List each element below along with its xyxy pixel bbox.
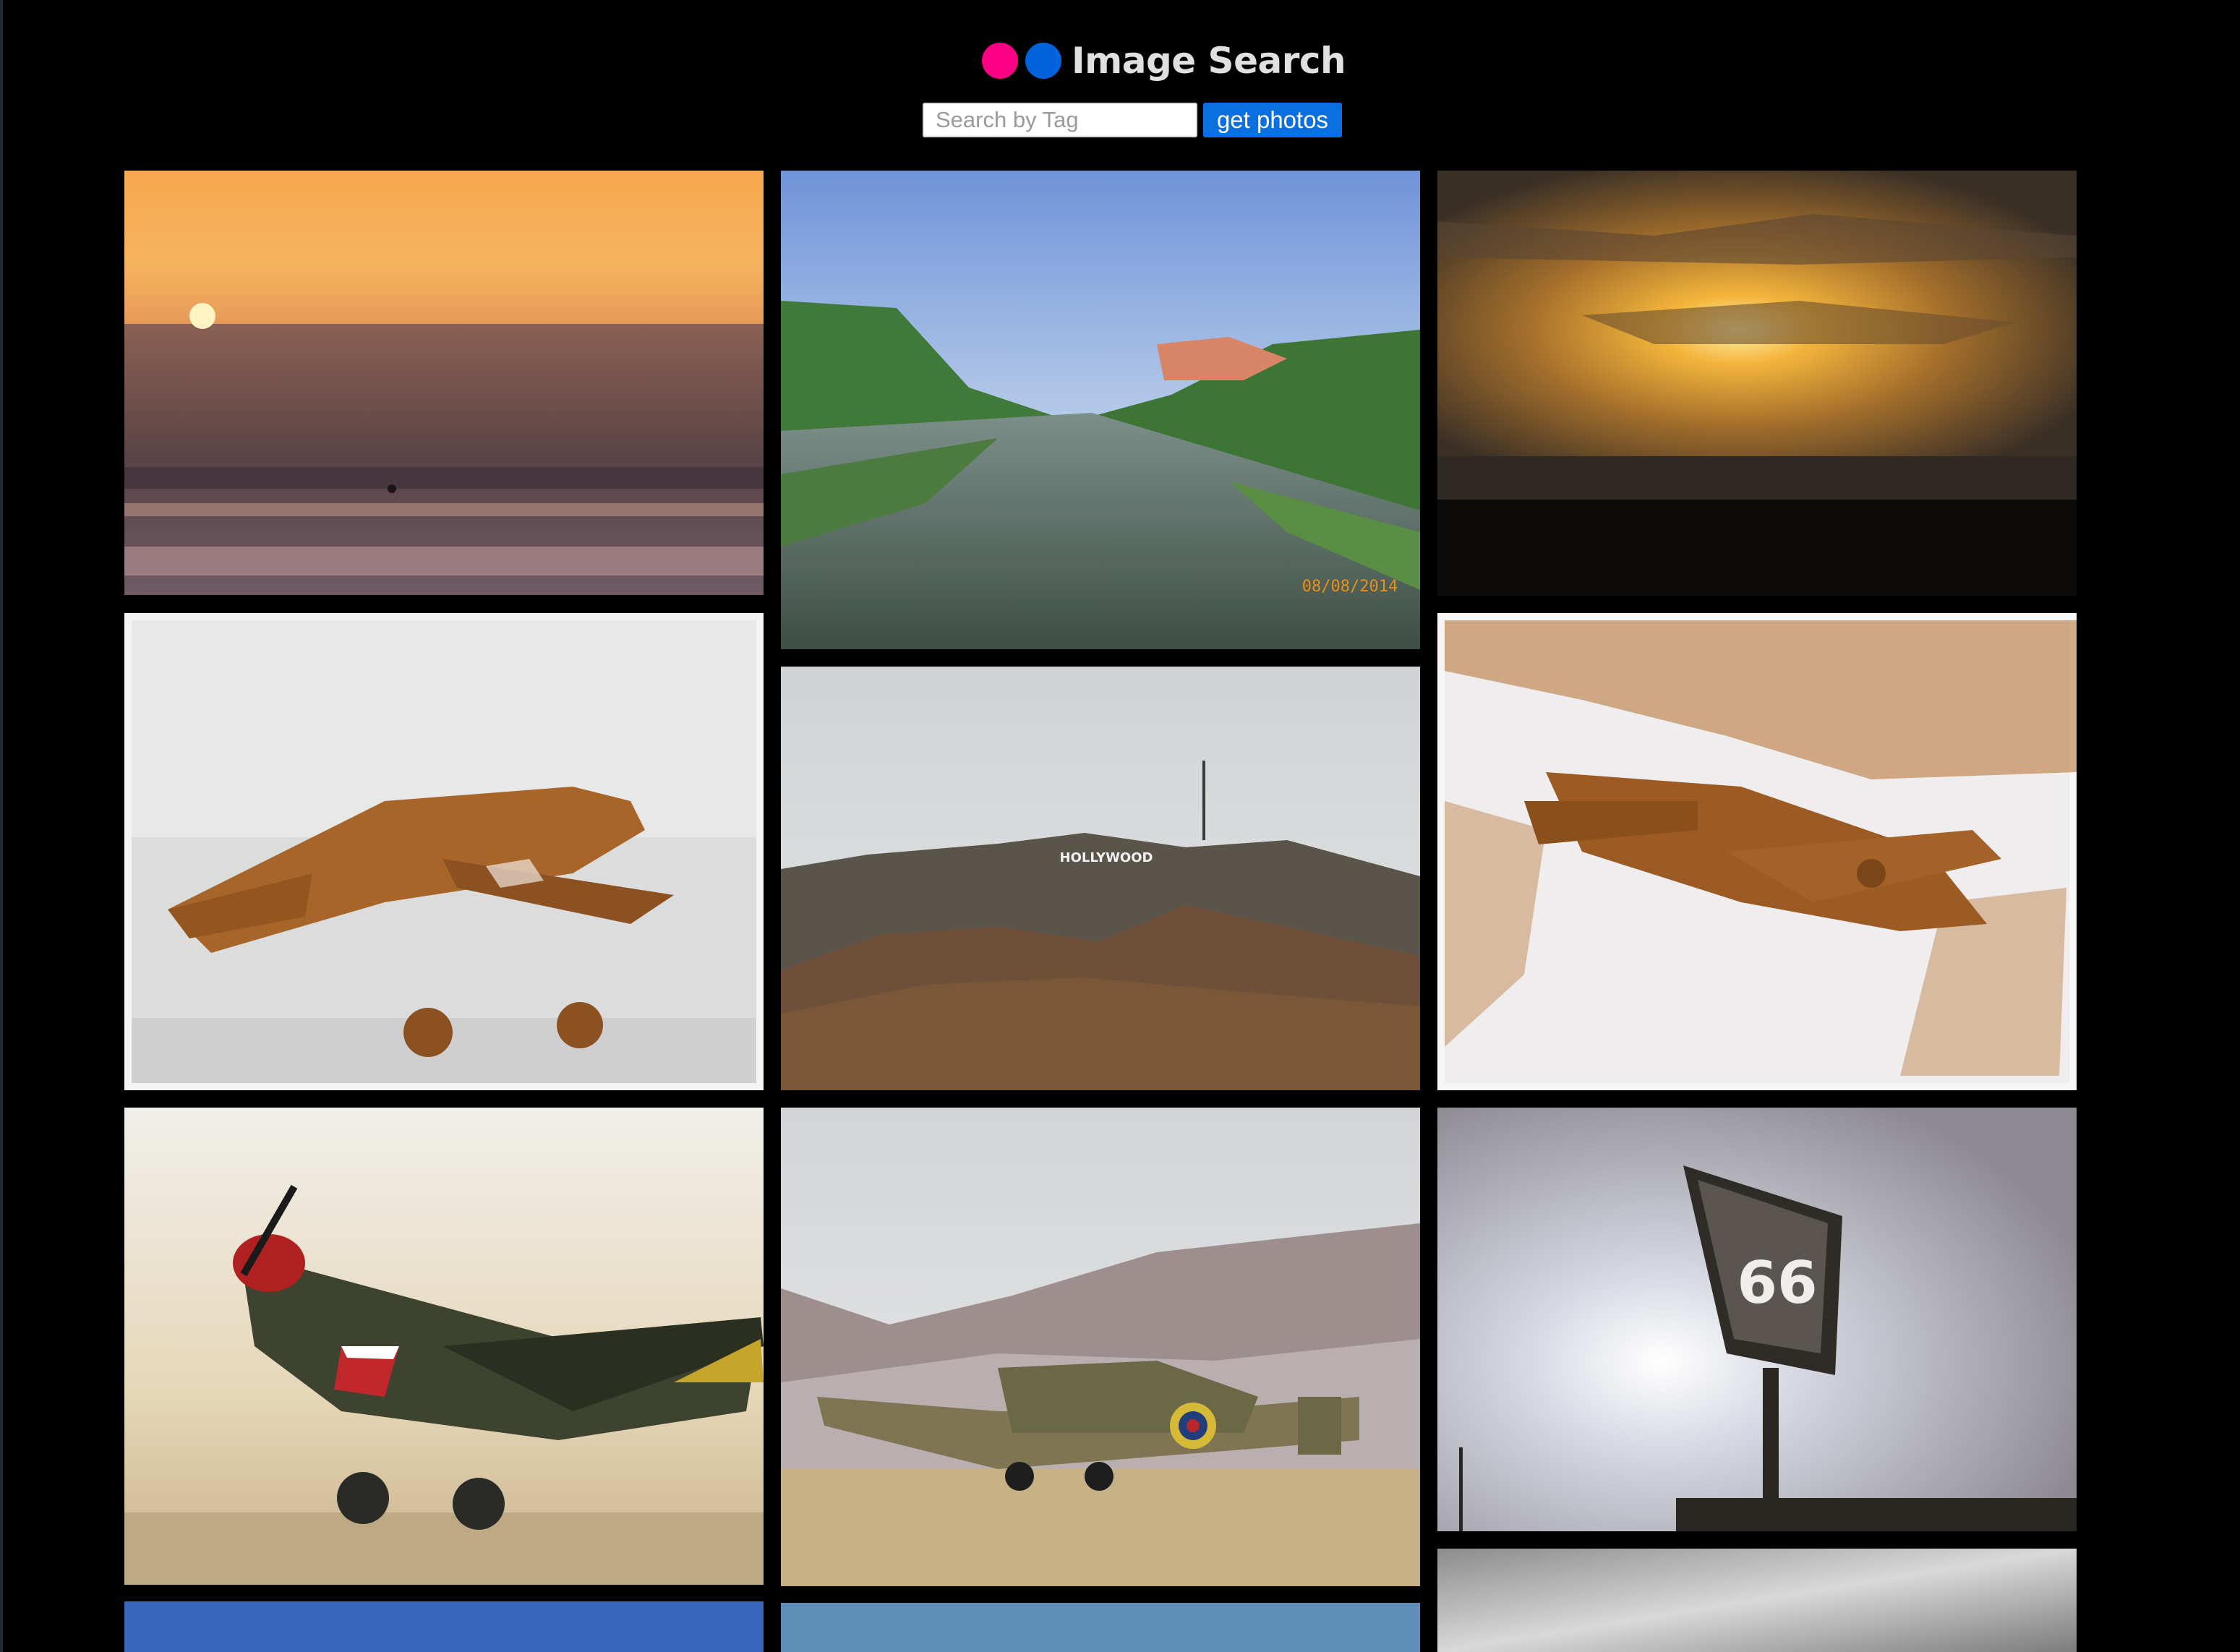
photo-partial-blue-sky-2[interactable] bbox=[781, 1603, 1420, 1652]
photo-route-66-sign[interactable]: 66 bbox=[1437, 1108, 2077, 1531]
photo-p40-sharkmouth-model[interactable] bbox=[124, 1108, 764, 1585]
image-search-page: Image Search get photos bbox=[0, 0, 2240, 1652]
photo-partial-cloudy-sky[interactable] bbox=[1437, 1549, 2077, 1652]
photo-partial-blue-sky[interactable] bbox=[124, 1601, 764, 1652]
photo-hollywood-sign[interactable]: HOLLYWOOD bbox=[781, 667, 1420, 1090]
photo-spitfire-model-mountains[interactable] bbox=[781, 1108, 1420, 1586]
photo-date-stamp: 08/08/2014 bbox=[1302, 578, 1398, 596]
photo-sepia-spitfire[interactable] bbox=[1437, 613, 2077, 1090]
photo-sepia-p40-warhawk[interactable] bbox=[124, 613, 764, 1090]
photo-venice-canal[interactable]: 08/08/2014 bbox=[781, 171, 1420, 649]
hollywood-sign-text: HOLLYWOOD bbox=[1060, 850, 1153, 865]
photo-gallery: 08/08/2014 HOLLYWOOD 66 bbox=[0, 0, 2240, 1652]
photo-ocean-sunset[interactable] bbox=[124, 171, 764, 595]
route-66-text: 66 bbox=[1737, 1249, 1817, 1317]
photo-sunset-rays[interactable] bbox=[1437, 171, 2077, 596]
